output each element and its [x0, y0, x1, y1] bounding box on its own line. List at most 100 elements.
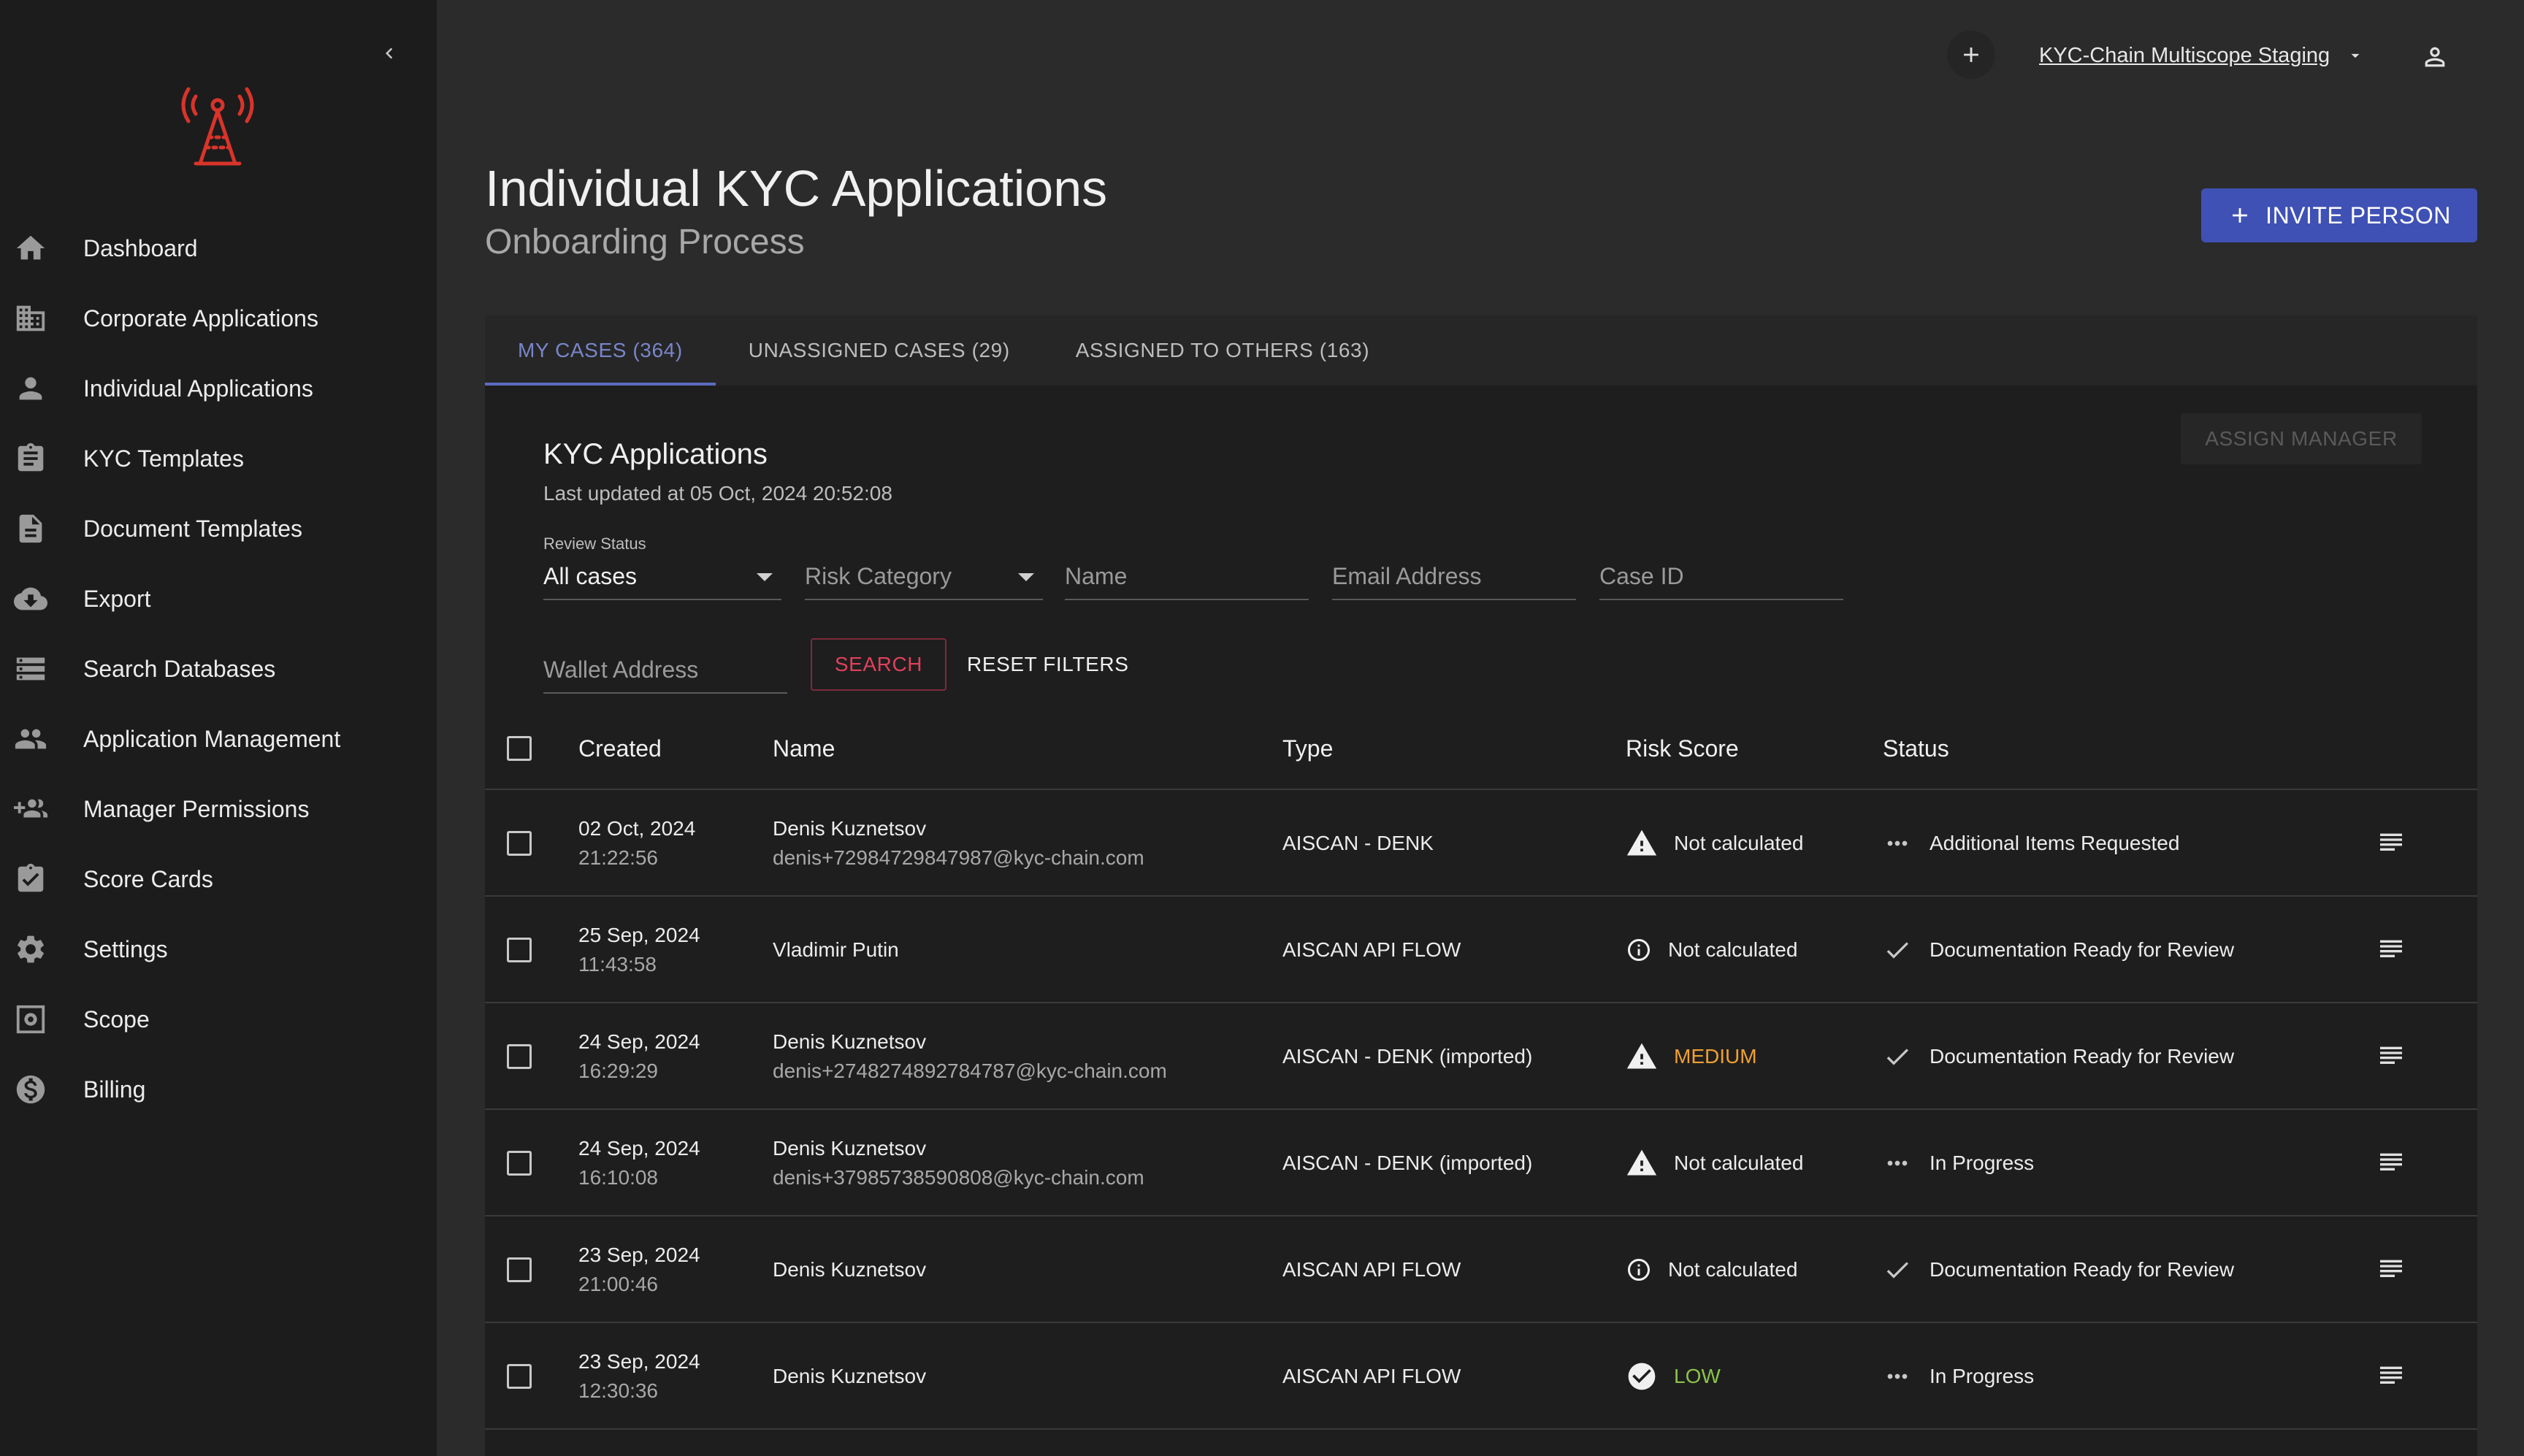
email-input[interactable]: Email Address: [1332, 556, 1576, 600]
column-name[interactable]: Name: [773, 707, 835, 790]
risk-score-value: MEDIUM: [1674, 1045, 1757, 1068]
warning-icon: [1626, 827, 1658, 859]
sidebar-item-dashboard[interactable]: Dashboard: [0, 213, 437, 283]
case-id-input[interactable]: Case ID: [1599, 556, 1843, 600]
created-time: 12:30:36: [578, 1379, 658, 1402]
table-row[interactable]: 24 Sep, 2024 16:29:29 Denis Kuznetsov denis…: [485, 1003, 2477, 1110]
storage-icon: [0, 652, 82, 686]
risk-score-cell: Not calculated: [1626, 1110, 1803, 1216]
created-date: 23 Sep, 2024: [578, 1244, 700, 1266]
assign-manager-button[interactable]: ASSIGN MANAGER: [2181, 413, 2422, 464]
caret-down-icon: [757, 573, 773, 581]
sidebar-item-score-cards[interactable]: Score Cards: [0, 844, 437, 914]
sidebar-item-export[interactable]: Export: [0, 564, 437, 634]
created-date: 24 Sep, 2024: [578, 1030, 700, 1053]
invite-person-button[interactable]: INVITE PERSON: [2201, 188, 2477, 242]
table-header: Created Name Type Risk Score Status: [485, 707, 2477, 790]
row-select-cell: [507, 897, 532, 1003]
add-button[interactable]: [1947, 31, 1995, 79]
sidebar-item-manager-permissions[interactable]: Manager Permissions: [0, 774, 437, 844]
sidebar-item-corporate-applications[interactable]: Corporate Applications: [0, 283, 437, 353]
risk-category-select[interactable]: Risk Category: [805, 556, 1043, 600]
tab-my-cases[interactable]: MY CASES (364): [485, 315, 716, 386]
sidebar-item-search-databases[interactable]: Search Databases: [0, 634, 437, 704]
table-row[interactable]: 02 Oct, 2024 21:22:56 Denis Kuznetsov denis…: [485, 790, 2477, 897]
row-checkbox[interactable]: [507, 938, 532, 962]
row-checkbox[interactable]: [507, 1151, 532, 1176]
wallet-address-input[interactable]: Wallet Address: [543, 650, 787, 694]
application-type: AISCAN API FLOW: [1282, 938, 1461, 961]
sidebar-item-label: Corporate Applications: [83, 304, 318, 332]
sidebar-item-label: Manager Permissions: [83, 795, 310, 822]
user-menu-button[interactable]: [2414, 37, 2455, 77]
status-text: Additional Items Requested: [1930, 832, 2180, 854]
tab-assigned-to-others[interactable]: ASSIGNED TO OTHERS (163): [1043, 315, 1402, 386]
applicant-email: denis+2748274892784787@kyc-chain.com: [773, 1060, 1167, 1082]
warning-icon: [1626, 1147, 1658, 1179]
collapse-sidebar-button[interactable]: [376, 40, 402, 66]
name-input[interactable]: Name: [1065, 556, 1309, 600]
sidebar-item-label: Score Cards: [83, 865, 213, 892]
status-cell: Documentation Ready for Review: [1883, 1003, 2234, 1110]
column-created[interactable]: Created: [578, 707, 662, 790]
risk-score-cell: LOW: [1626, 1323, 1721, 1430]
assignment-check-icon: [0, 862, 82, 896]
review-status-select[interactable]: Review Status All cases: [543, 534, 781, 600]
status-text: In Progress: [1930, 1152, 2035, 1174]
sidebar-item-billing[interactable]: Billing: [0, 1054, 437, 1124]
row-details-button[interactable]: [2376, 790, 2406, 897]
created-cell: 23 Sep, 2024 12:30:36: [578, 1323, 700, 1430]
gear-icon: [0, 932, 82, 966]
info-icon: [1626, 937, 1652, 963]
name-placeholder: Name: [1065, 563, 1128, 589]
row-select-cell: [507, 1003, 532, 1110]
sidebar-item-application-management[interactable]: Application Management: [0, 704, 437, 774]
name-cell: Vladimir Putin: [773, 897, 899, 1003]
row-checkbox[interactable]: [507, 831, 532, 856]
row-select-cell: [507, 1110, 532, 1216]
created-time: 11:43:58: [578, 953, 657, 976]
reset-filters-button[interactable]: RESET FILTERS: [967, 638, 1128, 691]
sidebar-item-document-templates[interactable]: Document Templates: [0, 494, 437, 564]
applicant-name: Denis Kuznetsov: [773, 1258, 927, 1281]
sidebar-item-label: Document Templates: [83, 515, 302, 542]
sidebar-item-scope[interactable]: Scope: [0, 984, 437, 1054]
column-risk-score[interactable]: Risk Score: [1626, 707, 1739, 790]
column-status[interactable]: Status: [1883, 707, 1949, 790]
sidebar-item-individual-applications[interactable]: Individual Applications: [0, 353, 437, 424]
row-details-button[interactable]: [2376, 1216, 2406, 1323]
row-checkbox[interactable]: [507, 1364, 532, 1389]
row-details-button[interactable]: [2376, 1323, 2406, 1430]
sidebar-item-kyc-templates[interactable]: KYC Templates: [0, 424, 437, 494]
tab-unassigned-cases[interactable]: UNASSIGNED CASES (29): [716, 315, 1043, 386]
select-all-checkbox[interactable]: [507, 736, 532, 761]
row-details-button[interactable]: [2376, 897, 2406, 1003]
sidebar-item-settings[interactable]: Settings: [0, 914, 437, 984]
row-details-button[interactable]: [2376, 1110, 2406, 1216]
details-list-icon: [2380, 1153, 2402, 1170]
risk-score-value: Not calculated: [1674, 832, 1804, 854]
column-type[interactable]: Type: [1282, 707, 1333, 790]
table-row[interactable]: 25 Sep, 2024 11:43:58 Vladimir Putin AISCAN…: [485, 897, 2477, 1003]
created-time: 16:10:08: [578, 1166, 658, 1189]
row-checkbox[interactable]: [507, 1044, 532, 1069]
table-row[interactable]: 24 Sep, 2024 16:10:08 Denis Kuznetsov denis…: [485, 1110, 2477, 1216]
risk-score-value: Not calculated: [1668, 938, 1798, 961]
antenna-tower-icon: [181, 87, 254, 166]
applicant-name: Denis Kuznetsov: [773, 817, 927, 840]
table-row[interactable]: 23 Sep, 2024 12:30:36 Denis Kuznetsov AISCA…: [485, 1323, 2477, 1430]
table-row[interactable]: 23 Sep, 2024 21:00:46 Denis Kuznetsov AISCA…: [485, 1216, 2477, 1323]
applications-card: KYC Applications Last updated at 05 Oct,…: [485, 386, 2477, 1456]
search-button[interactable]: SEARCH: [811, 638, 946, 691]
warning-icon: [1626, 1041, 1658, 1073]
review-status-label: Review Status: [543, 534, 646, 553]
status-cell: Documentation Ready for Review: [1883, 1216, 2234, 1323]
sidebar-item-label: Billing: [83, 1076, 146, 1103]
risk-score-value: Not calculated: [1668, 1258, 1798, 1281]
row-checkbox[interactable]: [507, 1257, 532, 1282]
type-cell: AISCAN - DENK: [1282, 790, 1434, 897]
name-cell: Denis Kuznetsov denis+72984729847987@kyc-…: [773, 790, 1144, 897]
row-details-button[interactable]: [2376, 1003, 2406, 1110]
name-cell: Denis Kuznetsov denis+37985738590808@kyc-…: [773, 1110, 1144, 1216]
organization-selector[interactable]: KYC-Chain Multiscope Staging: [2039, 38, 2365, 73]
